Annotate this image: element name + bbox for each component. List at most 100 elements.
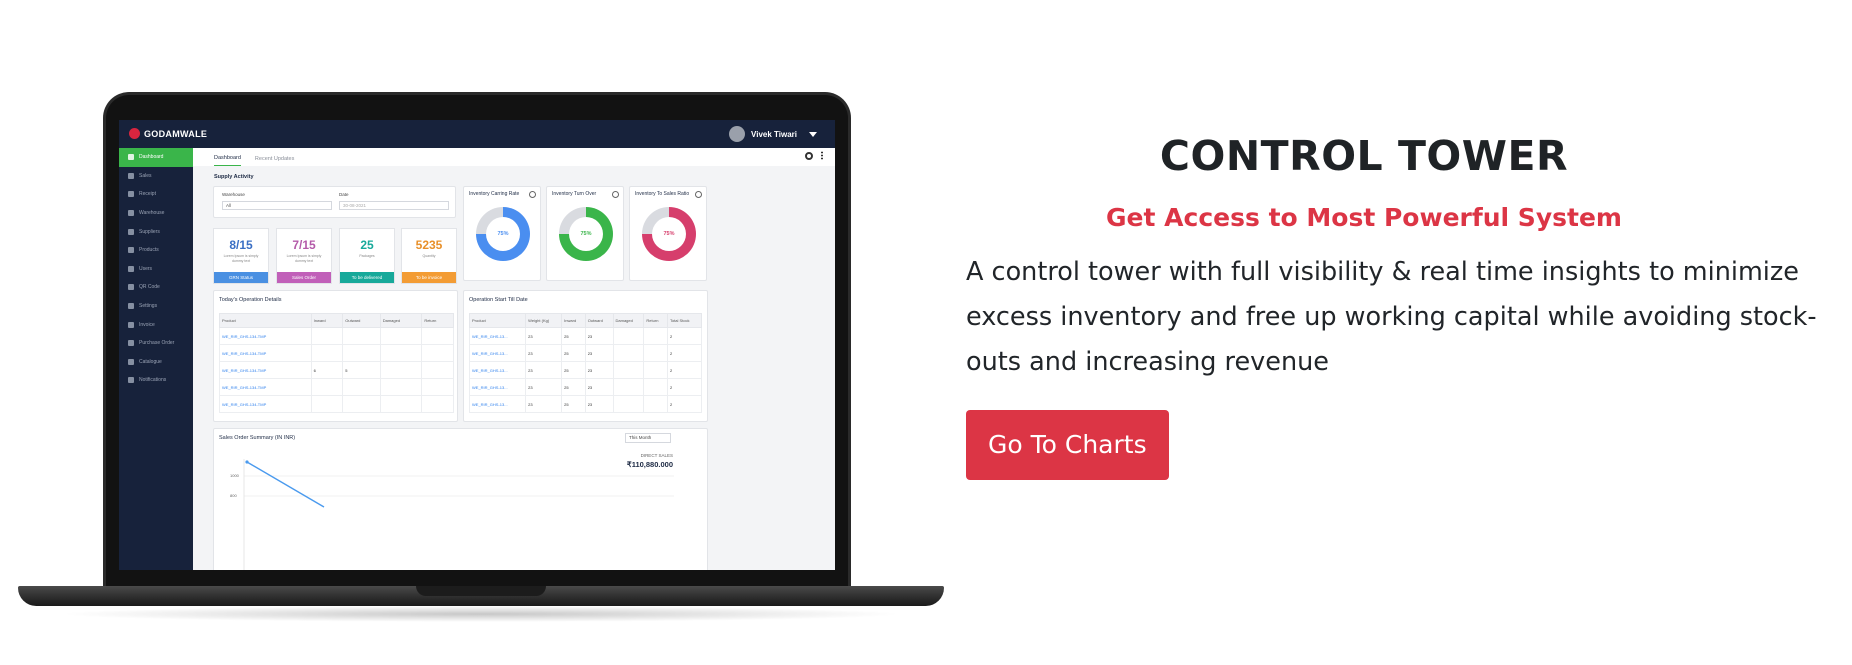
donut-value: 75%	[652, 217, 686, 251]
column-header: Damaged	[612, 313, 645, 328]
tab-dashboard: Dashboard	[214, 155, 241, 166]
kpi-sub: Lorem Ipsum is simply dummy text	[286, 254, 322, 263]
sidebar-item-label: Notifications	[139, 377, 167, 384]
table-cell	[379, 395, 423, 413]
kpi-card-sales: 7/15 Lorem Ipsum is simply dummy text Sa…	[276, 228, 332, 284]
table-row: WE_RIR_GHS-13... 23 25 23 2	[468, 327, 703, 345]
kpi-foot: Sales Order	[277, 272, 331, 283]
todays-operation-card: Today's Operation Details Product Inward…	[213, 290, 458, 422]
go-to-charts-button[interactable]: Go To Charts	[966, 410, 1169, 480]
donut-value: 75%	[486, 217, 520, 251]
page: GODAMWALE Vivek Tiwari Dashboard Sales R…	[0, 0, 1852, 665]
table-cell: 23	[584, 361, 614, 379]
gauge-card-turn-over: Inventory Turn Over 75%	[546, 186, 624, 281]
warehouse-label: Warehouse	[222, 192, 245, 197]
table-cell	[421, 378, 454, 396]
donut-chart: 75%	[559, 207, 613, 261]
sidebar-item-invoice: Invoice	[119, 315, 193, 334]
sidebar-item-catalogue: Catalogue	[119, 353, 193, 372]
dashboard-topbar: GODAMWALE Vivek Tiwari	[119, 120, 835, 148]
sales-icon	[128, 172, 134, 179]
table-row: WE_RIR_GHS-13... 23 25 23 2	[468, 378, 703, 396]
suppliers-icon	[128, 228, 134, 235]
column-header: Return	[421, 313, 454, 328]
sidebar-item-label: Sales	[139, 172, 152, 179]
info-icon	[529, 191, 536, 198]
table-row: WE_RIR_GHS-13... 23 25 23 2	[468, 361, 703, 379]
catalogue-icon	[128, 358, 134, 365]
donut-chart: 75%	[642, 207, 696, 261]
info-icon	[612, 191, 619, 198]
table-cell: WE_RIR_GHS-134-TMP	[219, 395, 312, 413]
laptop-screen: GODAMWALE Vivek Tiwari Dashboard Sales R…	[119, 120, 835, 570]
table-cell: WE_RIR_GHS-13...	[468, 327, 527, 345]
sidebar-item-label: Settings	[139, 303, 158, 310]
column-header: Outward	[584, 313, 614, 328]
user-menu: Vivek Tiwari	[729, 126, 817, 142]
user-name: Vivek Tiwari	[751, 129, 797, 139]
table-cell	[379, 378, 423, 396]
table-cell: WE_RIR_GHS-134-TMP	[219, 361, 312, 379]
date-field: 30-08-2021	[339, 201, 449, 210]
table-row: WE_RIR_GHS-134-TMP	[219, 395, 454, 413]
table-cell	[643, 395, 668, 413]
table-cell: 2	[666, 344, 703, 362]
sidebar-item-users: Users	[119, 260, 193, 279]
table-cell	[310, 378, 344, 396]
settings-icon	[128, 303, 134, 310]
laptop-shadow	[58, 606, 904, 622]
sidebar-item-notifications: Notifications	[119, 371, 193, 390]
table-cell: 2	[666, 361, 703, 379]
table-title: Today's Operation Details	[219, 297, 282, 303]
table-cell: 25	[561, 327, 586, 345]
home-icon	[128, 154, 134, 161]
table-row: WE_RIR_GHS-13... 23 25 23 2	[468, 344, 703, 362]
table-cell	[612, 361, 645, 379]
kpi-value: 7/15	[292, 238, 316, 252]
page-title: CONTROL TOWER	[1159, 132, 1569, 180]
brand-logo: GODAMWALE	[129, 128, 207, 139]
laptop-mockup-image: GODAMWALE Vivek Tiwari Dashboard Sales R…	[18, 92, 944, 627]
table-cell: 2	[666, 378, 703, 396]
table-cell	[421, 327, 454, 345]
sidebar-item-label: QR Code	[139, 284, 160, 291]
chevron-down-icon	[809, 131, 817, 137]
column-header: Outward	[342, 313, 381, 328]
gear-icon	[805, 152, 813, 160]
table-row: WE_RIR_GHS-13... 23 25 23 2	[468, 395, 703, 413]
table-cell	[612, 395, 645, 413]
table-row: WE_RIR_GHS-134-TMP	[219, 327, 454, 345]
table-cell	[342, 327, 381, 345]
table-cell: WE_RIR_GHS-134-TMP	[219, 327, 312, 345]
sales-line-chart	[243, 459, 674, 570]
sidebar-item-products: Products	[119, 241, 193, 260]
table-cell	[612, 327, 645, 345]
avatar	[729, 126, 746, 142]
kpi-card-grn: 8/15 Lorem Ipsum is simply dummy text GR…	[213, 228, 269, 284]
section-title: Supply Activity	[214, 174, 254, 180]
gauge-title: Inventory To Sales Ratio	[635, 191, 690, 197]
receipt-icon	[128, 191, 134, 198]
kpi-foot: GRN Status	[214, 272, 268, 283]
table-cell: 25	[561, 344, 586, 362]
table-cell: WE_RIR_GHS-13...	[468, 361, 527, 379]
column-header: Damaged	[379, 313, 423, 328]
table-title: Operation Start Till Date	[469, 297, 528, 303]
kpi-value: 8/15	[229, 238, 253, 252]
table-cell: 25	[561, 361, 586, 379]
table-row: WE_RIR_GHS-134-TMP	[219, 344, 454, 362]
table-cell	[310, 327, 344, 345]
table-cell: 23	[584, 395, 614, 413]
page-subtitle: Get Access to Most Powerful System	[1106, 203, 1622, 232]
gauge-title: Inventory Turn Over	[552, 191, 597, 197]
feature-description: A control tower with full visibility & r…	[966, 257, 1817, 377]
table-cell: 23	[525, 344, 563, 362]
gauge-title: Inventory Carring Rate	[469, 191, 520, 197]
table-cell	[379, 327, 423, 345]
gauge-card-sales-ratio: Inventory To Sales Ratio 75%	[629, 186, 707, 281]
kpi-card-quantity: 5235 Quantity To be invoice	[401, 228, 457, 284]
logo-mark-icon	[129, 128, 140, 139]
table-cell: 23	[584, 344, 614, 362]
operation-start-table: Product Weight (Kg) Inward Outward Damag…	[468, 313, 703, 413]
table-cell	[421, 344, 454, 362]
